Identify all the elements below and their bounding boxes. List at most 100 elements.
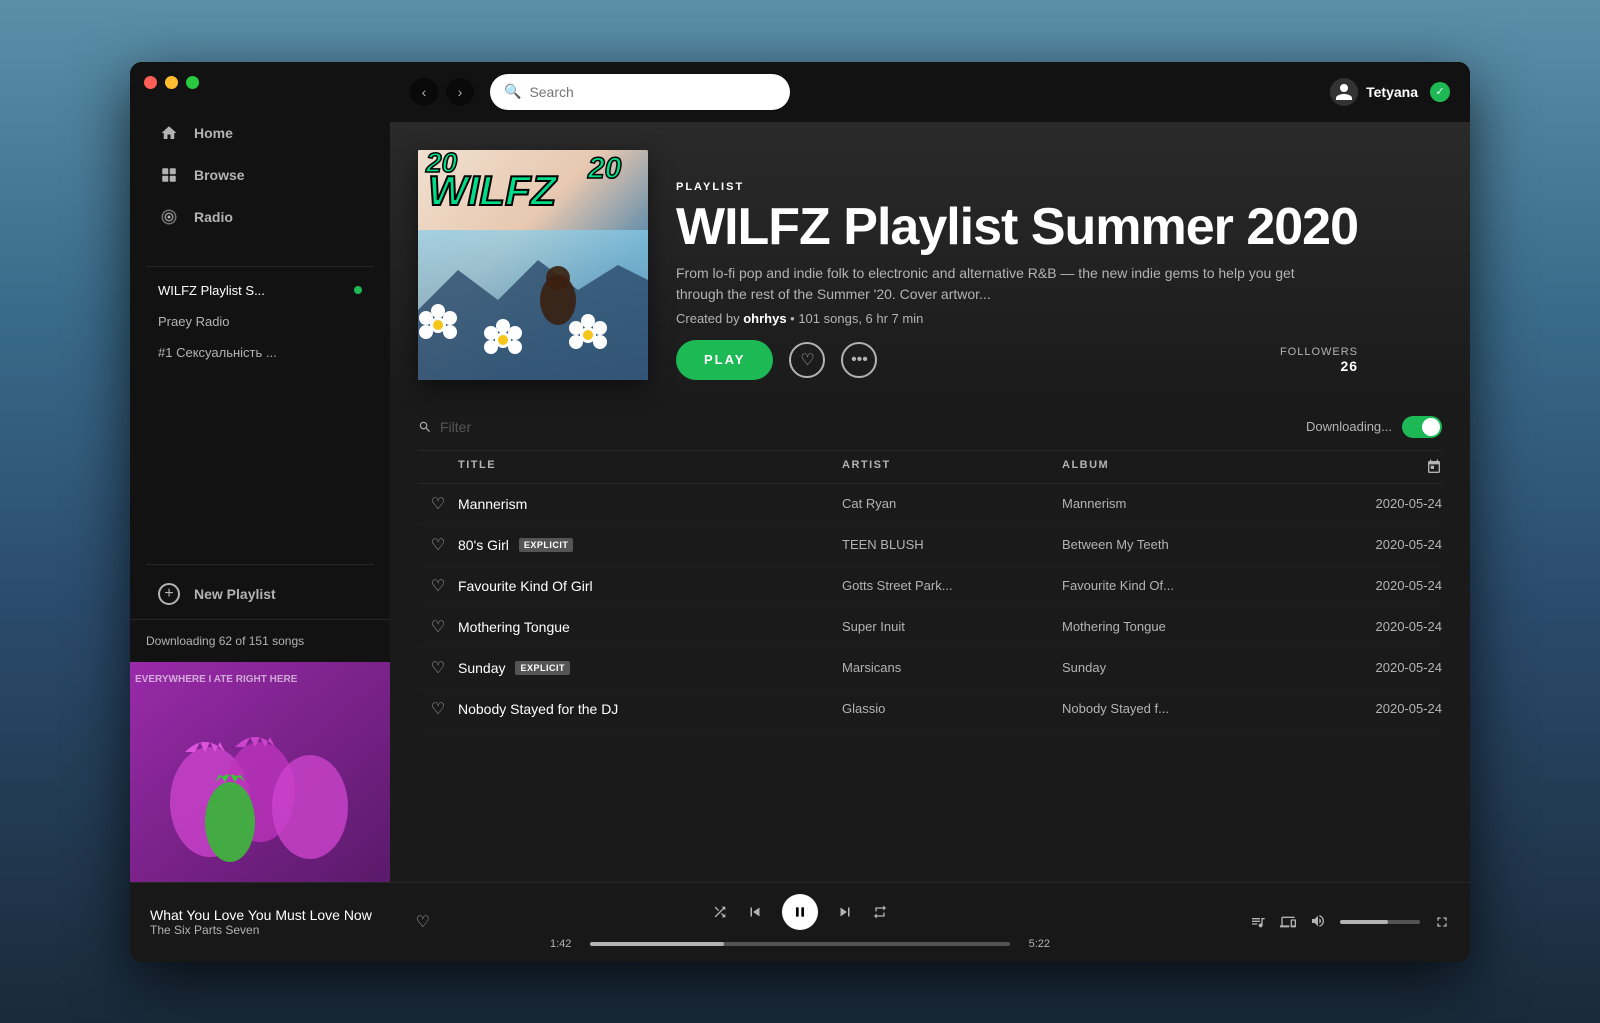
- new-playlist-button[interactable]: + New Playlist: [130, 573, 390, 615]
- playlist-song-count: 101 songs, 6 hr 7 min: [798, 311, 923, 326]
- track-artist-1: Cat Ryan: [842, 496, 1062, 511]
- playlist-label-praey: Praey Radio: [158, 314, 230, 329]
- now-playing-thumbnail: EVERYWHERE I ATE RIGHT HERE: [130, 662, 390, 882]
- downloading-info: Downloading 62 of 151 songs: [130, 619, 390, 662]
- track-row[interactable]: ♡ Favourite Kind Of Girl Gotts Street Pa…: [418, 566, 1442, 607]
- playlist-label-sexualnist: #1 Сексуальність ...: [158, 345, 277, 360]
- track-date-2: 2020-05-24: [1322, 537, 1442, 552]
- sidebar-playlists: WILFZ Playlist S... Praey Radio #1 Сексу…: [130, 275, 390, 556]
- track-list: ♡ Mannerism Cat Ryan Mannerism 2020-05-2…: [418, 484, 1442, 730]
- maximize-button[interactable]: [186, 76, 199, 89]
- track-heart-6[interactable]: ♡: [418, 699, 458, 719]
- queue-button[interactable]: [1250, 914, 1266, 930]
- explicit-badge: EXPLICIT: [519, 538, 574, 552]
- search-icon: 🔍: [504, 83, 521, 100]
- followers-count: 26: [1280, 358, 1358, 374]
- active-playlist-dot: [354, 286, 362, 294]
- track-title-6: Nobody Stayed for the DJ: [458, 701, 842, 717]
- sidebar-playlist-wilfz[interactable]: WILFZ Playlist S...: [146, 275, 374, 306]
- track-title-1: Mannerism: [458, 496, 842, 512]
- track-list-container: Filter Downloading... TITLE ARTIST ALBUM: [390, 404, 1470, 882]
- fullscreen-button[interactable]: [1434, 914, 1450, 930]
- track-artist-3: Gotts Street Park...: [842, 578, 1062, 593]
- track-album-1: Mannerism: [1062, 496, 1322, 511]
- track-title-2: 80's Girl EXPLICIT: [458, 537, 842, 553]
- downloading-toggle-label: Downloading...: [1306, 419, 1392, 434]
- bottom-player: What You Love You Must Love Now The Six …: [130, 882, 1470, 962]
- pause-button[interactable]: [782, 894, 818, 930]
- track-row[interactable]: ♡ Sunday EXPLICIT Marsicans Sunday 2020-…: [418, 648, 1442, 689]
- table-header: TITLE ARTIST ALBUM: [418, 451, 1442, 484]
- sidebar-item-browse[interactable]: Browse: [146, 154, 374, 196]
- sidebar-item-radio[interactable]: Radio: [146, 196, 374, 238]
- track-artist-5: Marsicans: [842, 660, 1062, 675]
- col-header-album: ALBUM: [1062, 459, 1322, 475]
- track-album-3: Favourite Kind Of...: [1062, 578, 1322, 593]
- window-controls: [144, 76, 199, 89]
- track-row[interactable]: ♡ Nobody Stayed for the DJ Glassio Nobod…: [418, 689, 1442, 730]
- track-album-5: Sunday: [1062, 660, 1322, 675]
- track-heart-4[interactable]: ♡: [418, 617, 458, 637]
- download-toggle-switch[interactable]: [1402, 416, 1442, 438]
- radio-icon: [158, 206, 180, 228]
- current-track-name: What You Love You Must Love Now: [150, 907, 402, 923]
- search-bar-container: 🔍: [490, 74, 790, 110]
- track-date-1: 2020-05-24: [1322, 496, 1442, 511]
- user-profile-button[interactable]: Tetyana: [1330, 78, 1418, 106]
- track-heart-3[interactable]: ♡: [418, 576, 458, 596]
- track-title-4: Mothering Tongue: [458, 619, 842, 635]
- sidebar-playlist-sexualnist[interactable]: #1 Сексуальність ...: [146, 337, 374, 368]
- next-button[interactable]: [836, 903, 854, 921]
- progress-track[interactable]: [590, 942, 1010, 946]
- volume-track[interactable]: [1340, 920, 1420, 924]
- repeat-button[interactable]: [872, 904, 888, 920]
- nav-arrows: ‹ ›: [410, 78, 474, 106]
- playlist-cover: WILFZ 20 20: [418, 150, 648, 380]
- devices-button[interactable]: [1280, 914, 1296, 930]
- cover-art: WILFZ 20 20: [418, 150, 648, 380]
- track-artist-4: Super Inuit: [842, 619, 1062, 634]
- track-row[interactable]: ♡ 80's Girl EXPLICIT TEEN BLUSH Between …: [418, 525, 1442, 566]
- sidebar-divider-2: [146, 564, 374, 565]
- plus-icon: +: [158, 583, 180, 605]
- minimize-button[interactable]: [165, 76, 178, 89]
- play-button[interactable]: PLAY: [676, 340, 773, 380]
- back-button[interactable]: ‹: [410, 78, 438, 106]
- track-artist-6: Glassio: [842, 701, 1062, 716]
- player-heart-button[interactable]: ♡: [416, 912, 430, 932]
- now-playing-info: What You Love You Must Love Now The Six …: [150, 907, 430, 937]
- svg-text:20: 20: [425, 150, 458, 178]
- top-bar-right: Tetyana ✓: [1330, 78, 1450, 106]
- progress-fill: [590, 942, 724, 946]
- previous-button[interactable]: [746, 903, 764, 921]
- sidebar-playlist-praey[interactable]: Praey Radio: [146, 306, 374, 337]
- track-row[interactable]: ♡ Mannerism Cat Ryan Mannerism 2020-05-2…: [418, 484, 1442, 525]
- username: Tetyana: [1366, 84, 1418, 100]
- filter-input-wrap: Filter: [418, 419, 471, 435]
- track-row[interactable]: ♡ Mothering Tongue Super Inuit Mothering…: [418, 607, 1442, 648]
- track-album-2: Between My Teeth: [1062, 537, 1322, 552]
- home-label: Home: [194, 125, 233, 141]
- track-heart-2[interactable]: ♡: [418, 535, 458, 555]
- search-input[interactable]: [529, 84, 776, 100]
- now-playing-text: What You Love You Must Love Now The Six …: [150, 907, 402, 937]
- heart-button[interactable]: ♡: [789, 342, 825, 378]
- current-artist-name: The Six Parts Seven: [150, 923, 402, 937]
- main-content: ‹ › 🔍 Tetyana: [390, 62, 1470, 882]
- shuffle-button[interactable]: [712, 904, 728, 920]
- main-layout: Home Browse: [130, 62, 1470, 882]
- sidebar-item-home[interactable]: Home: [146, 112, 374, 154]
- creator-link[interactable]: ohrhys: [743, 311, 786, 326]
- explicit-badge: EXPLICIT: [515, 661, 570, 675]
- forward-button[interactable]: ›: [446, 78, 474, 106]
- top-bar: ‹ › 🔍 Tetyana: [390, 62, 1470, 122]
- close-button[interactable]: [144, 76, 157, 89]
- svg-text:20: 20: [587, 152, 622, 185]
- browse-icon: [158, 164, 180, 186]
- playlist-header: WILFZ 20 20: [390, 122, 1470, 404]
- user-avatar: [1330, 78, 1358, 106]
- track-date-5: 2020-05-24: [1322, 660, 1442, 675]
- more-options-button[interactable]: •••: [841, 342, 877, 378]
- track-heart-1[interactable]: ♡: [418, 494, 458, 514]
- track-heart-5[interactable]: ♡: [418, 658, 458, 678]
